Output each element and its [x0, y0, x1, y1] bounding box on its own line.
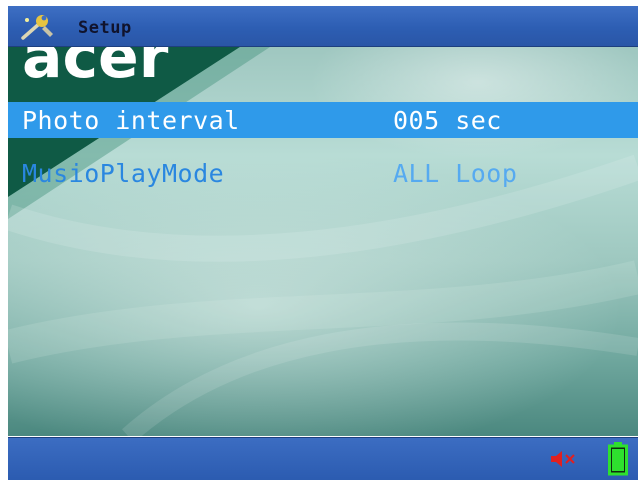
- menu-panel: acer Photo interval 005 sec MusioPlayMod…: [8, 47, 638, 436]
- wrench-icon: [21, 15, 53, 40]
- menu-item-music-play-mode[interactable]: MusioPlayMode ALL Loop: [8, 155, 638, 191]
- menu-item-label: MusioPlayMode: [22, 159, 225, 188]
- battery-icon: [608, 442, 628, 476]
- status-bar: [8, 437, 638, 480]
- page-title: Setup: [78, 18, 132, 38]
- title-bar: Setup: [8, 6, 638, 47]
- menu-item-photo-interval[interactable]: Photo interval 005 sec: [8, 102, 638, 138]
- menu-item-label: Photo interval: [22, 106, 240, 135]
- menu-item-value: ALL Loop: [393, 159, 518, 188]
- speaker-muted-icon: [551, 451, 575, 467]
- menu-item-value: 005 sec: [393, 106, 502, 135]
- logo-text: acer: [22, 47, 169, 92]
- device-screen: Setup acer Photo interval 005 sec MusioP…: [8, 6, 638, 480]
